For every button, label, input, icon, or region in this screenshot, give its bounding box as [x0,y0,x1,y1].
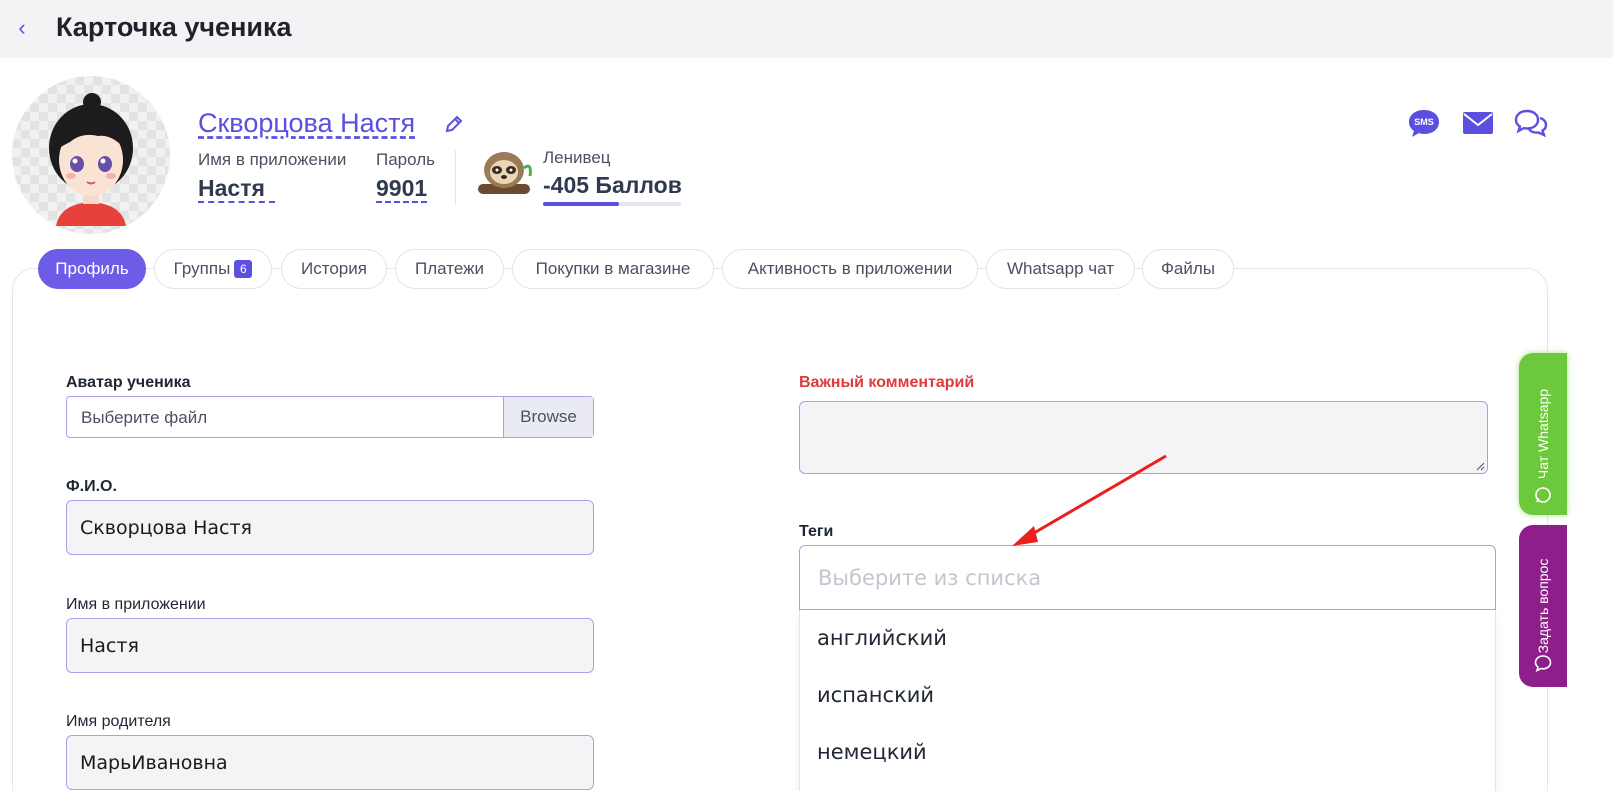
question-chat-icon [1534,655,1552,673]
tab-whatsapp-chat[interactable]: Whatsapp чат [986,249,1135,289]
browse-button[interactable]: Browse [503,397,593,437]
level-title: Ленивец [543,148,611,167]
groups-count-badge: 6 [234,260,253,278]
pencil-edit-icon[interactable] [444,114,464,134]
tags-select-input[interactable]: Выберите из списка [799,545,1496,610]
avatar-field-label: Аватар ученика [66,374,191,391]
tags-dropdown: английский испанский немецкий [799,610,1496,791]
app-name-value[interactable]: Настя [198,175,275,203]
tab-files[interactable]: Файлы [1142,249,1234,289]
email-icon[interactable] [1461,108,1495,138]
tag-option-spanish[interactable]: испанский [817,683,934,707]
page-title: Карточка ученика [56,12,292,42]
password-label: Пароль [376,150,435,169]
level-progress-fill [543,202,619,206]
tab-groups[interactable]: Группы 6 [154,249,272,289]
app-name-label: Имя в приложении [198,150,347,169]
tab-history[interactable]: История [281,249,387,289]
chat-icon[interactable] [1514,108,1548,138]
points-value: -405 Баллов [543,172,682,198]
top-bar: ‹ Карточка ученика [0,0,1613,58]
resize-grip-icon[interactable] [1475,461,1485,471]
whatsapp-widget-label: Чат Whatsapp [1535,388,1551,480]
tags-label: Теги [799,523,834,540]
svg-text:SMS: SMS [1414,117,1434,127]
parent-name-input[interactable]: МарьИвановна [66,735,594,790]
fio-input[interactable]: Скворцова Настя [66,500,594,555]
file-placeholder: Выберите файл [81,408,208,427]
student-name-link[interactable]: Скворцова Настя [198,108,415,139]
avatar-file-input[interactable]: Выберите файл Browse [66,396,594,438]
tag-option-german[interactable]: немецкий [817,740,927,764]
tab-app-activity[interactable]: Активность в приложении [722,249,978,289]
sloth-level-icon [478,152,532,194]
sms-icon[interactable]: SMS [1407,108,1441,138]
back-arrow-icon[interactable]: ‹ [12,16,32,40]
ask-question-widget[interactable]: Задать вопрос [1519,525,1567,687]
important-comment-textarea[interactable] [799,401,1488,474]
tab-payments[interactable]: Платежи [395,249,504,289]
app-name-field-label: Имя в приложении [66,596,206,613]
app-name-input[interactable]: Настя [66,618,594,673]
student-avatar[interactable] [12,76,170,234]
ask-widget-label: Задать вопрос [1535,558,1551,654]
tab-profile[interactable]: Профиль [38,249,146,289]
password-value[interactable]: 9901 [376,175,428,203]
tag-option-english[interactable]: английский [817,626,947,650]
divider [455,150,456,204]
important-comment-label: Важный комментарий [799,374,975,391]
fio-label: Ф.И.О. [66,478,117,495]
level-progress-bar [543,202,681,206]
parent-name-label: Имя родителя [66,713,171,730]
whatsapp-chat-widget[interactable]: Чат Whatsapp [1519,353,1567,515]
whatsapp-icon [1535,487,1551,503]
tab-shop-purchases[interactable]: Покупки в магазине [512,249,714,289]
